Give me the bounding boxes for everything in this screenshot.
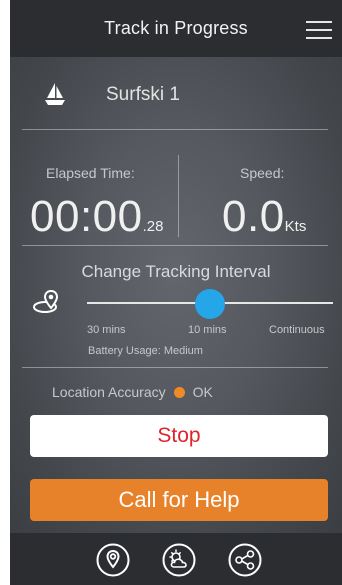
elapsed-time-value: 00:00.28 — [30, 192, 163, 242]
elapsed-time-label: Elapsed Time: — [46, 165, 135, 181]
interval-option-10-mins: 10 mins — [188, 324, 227, 336]
location-accuracy-label: Location Accuracy — [52, 384, 166, 400]
divider — [22, 129, 328, 130]
tracking-interval-slider[interactable] — [87, 289, 333, 319]
interval-option-continuous: Continuous — [269, 324, 325, 336]
bottom-nav — [10, 533, 342, 585]
battery-usage-label: Battery Usage: Medium — [88, 345, 203, 357]
boat-name: Surfski 1 — [106, 84, 180, 105]
accuracy-status-dot — [173, 386, 185, 398]
interval-option-30-mins: 30 mins — [87, 324, 126, 336]
location-accuracy-status: OK — [192, 384, 213, 400]
elapsed-time-fraction: .28 — [142, 218, 164, 235]
tracking-pin-icon — [33, 289, 59, 313]
stats-separator — [178, 155, 179, 237]
divider — [22, 245, 328, 246]
share-icon[interactable] — [228, 543, 262, 577]
speed-value: 0.0Kts — [222, 192, 306, 242]
speed-label: Speed: — [240, 165, 285, 181]
weather-icon[interactable] — [162, 543, 196, 577]
top-bar: Track in Progress — [10, 0, 342, 57]
page-title: Track in Progress — [104, 18, 248, 38]
divider — [22, 367, 328, 368]
tracking-panel: Surfski 1 Elapsed Time: 00:00.28 Speed: … — [10, 57, 342, 533]
boat-row[interactable]: Surfski 1 — [10, 57, 342, 129]
speed-unit: Kts — [284, 218, 307, 235]
hamburger-menu-icon[interactable] — [306, 21, 332, 41]
stop-button[interactable]: Stop — [30, 415, 328, 457]
slider-thumb[interactable] — [195, 289, 225, 319]
speed-main: 0.0 — [222, 192, 285, 241]
app-screen: Track in Progress Surfski 1 Elapsed Time… — [10, 0, 342, 585]
location-pin-icon[interactable] — [96, 543, 130, 577]
call-for-help-button[interactable]: Call for Help — [30, 479, 328, 521]
location-accuracy: Location Accuracy OK — [52, 384, 213, 400]
elapsed-time-main: 00:00 — [30, 192, 143, 241]
sailboat-icon — [45, 83, 65, 105]
tracking-interval-title: Change Tracking Interval — [81, 262, 271, 281]
